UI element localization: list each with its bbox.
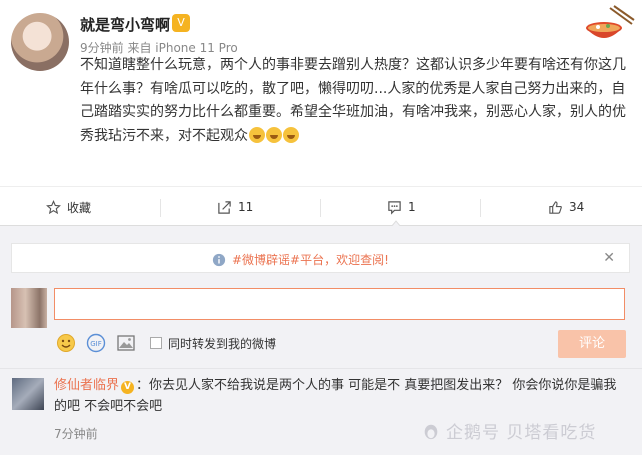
commenter-username[interactable]: 修仙者临界 (54, 378, 119, 393)
comment-section: #微博辟谣#平台，欢迎查阅! ✕ GIF 同时转发到我的微博 评论 修仙者临界 V… (0, 226, 642, 455)
post-content: 不知道瞎整什么玩意，两个人的事非要去蹭别人热度？这都认识多少年要有啥还有你这几年… (80, 54, 628, 148)
action-bar: 收藏 11 1 34 (0, 186, 642, 227)
rumor-notice-bar: #微博辟谣#平台，欢迎查阅! ✕ (11, 243, 630, 273)
like-button[interactable]: 34 (548, 187, 584, 227)
comment-time: 7分钟前 (54, 427, 98, 441)
laugh-cry-emoji-icon (266, 126, 282, 143)
composer-toolbar: GIF 同时转发到我的微博 (56, 332, 276, 354)
laugh-cry-emoji-icon (249, 126, 265, 143)
avatar[interactable] (11, 13, 69, 71)
forward-button[interactable]: 11 (217, 187, 253, 227)
info-icon (212, 253, 226, 266)
watermark-text: 企鹅号 贝塔看吃货 (446, 423, 597, 443)
forward-checkbox[interactable] (150, 337, 162, 349)
penguin-logo-icon (424, 424, 438, 439)
emoji-icon[interactable] (56, 333, 76, 353)
verified-v-icon: V (121, 381, 135, 394)
notice-text: #微博辟谣#平台，欢迎查阅! (232, 253, 389, 267)
divider (320, 199, 321, 217)
weibo-post: 就是弯小弯啊 V 9分钟前 来自 iPhone 11 Pro 不知道瞎整什么玩意… (0, 0, 642, 186)
image-icon[interactable] (116, 333, 136, 353)
submit-comment-button[interactable]: 评论 (558, 330, 626, 358)
post-text: 不知道瞎整什么玩意，两个人的事非要去蹭别人热度？这都认识多少年要有啥还有你这几年… (80, 57, 626, 144)
commenter-avatar[interactable] (12, 378, 44, 410)
close-icon[interactable]: ✕ (603, 250, 615, 266)
forward-count: 11 (238, 200, 254, 214)
svg-text:GIF: GIF (90, 340, 102, 348)
favorite-button[interactable]: 收藏 (46, 187, 91, 227)
star-icon (46, 199, 61, 214)
my-avatar (11, 288, 47, 328)
comment-text: 修仙者临界 V ：你去见人家不给我说是两个人的事 可能是不 真要把图发出来？ 你会你… (54, 375, 620, 417)
forward-icon (218, 200, 231, 214)
post-username[interactable]: 就是弯小弯啊 (80, 14, 170, 35)
laugh-cry-emoji-icon (283, 126, 299, 143)
food-bowl-icon (586, 5, 635, 38)
notice-content[interactable]: #微博辟谣#平台，欢迎查阅! (212, 251, 389, 268)
favorite-label: 收藏 (67, 200, 92, 215)
vip-badge-icon[interactable]: V (172, 14, 190, 32)
forward-checkbox-label: 同时转发到我的微博 (168, 336, 277, 351)
divider (480, 199, 481, 217)
comment-icon (388, 200, 401, 215)
divider (160, 199, 161, 217)
like-count: 34 (569, 200, 585, 214)
thumbs-up-icon (549, 200, 562, 214)
comment-input[interactable] (54, 288, 625, 320)
comment-count: 1 (408, 200, 416, 214)
watermark: 企鹅号 贝塔看吃货 (422, 418, 596, 443)
gif-icon[interactable]: GIF (86, 333, 106, 353)
comment-body: ：你去见人家不给我说是两个人的事 可能是不 真要把图发出来？ 你会你说你是骗我的… (54, 378, 617, 414)
